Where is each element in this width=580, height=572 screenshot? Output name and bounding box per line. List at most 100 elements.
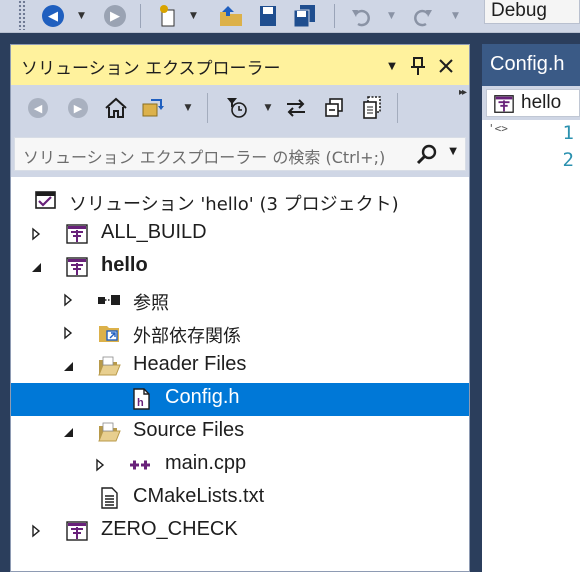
- chevron-down-icon: ▼: [264, 103, 272, 113]
- save-all-button[interactable]: [292, 2, 318, 30]
- window-position-button[interactable]: ▼: [381, 55, 403, 77]
- chevron-down-icon: ▼: [388, 11, 395, 21]
- tree-item-cmakelists[interactable]: CMakeLists.txt: [11, 482, 469, 515]
- tree-item-external-dependencies[interactable]: 外部依存関係: [11, 317, 469, 350]
- chevron-down-icon: ▼: [452, 11, 459, 21]
- tree-item-label: 外部依存関係: [133, 326, 241, 347]
- forward-button[interactable]: ▶: [104, 2, 126, 30]
- search-row: ソリューション エクスプローラー の検索 (Ctrl+;) ▼: [11, 131, 469, 177]
- tree-item-all-build[interactable]: ALL_BUILD: [11, 218, 469, 251]
- tree-item-label: hello: [101, 254, 148, 276]
- toolbar-grip[interactable]: [18, 0, 26, 30]
- collapse-arrow-icon[interactable]: [61, 425, 75, 439]
- forward-arrow-icon: ▶: [104, 5, 126, 27]
- expand-arrow-icon[interactable]: [29, 227, 43, 241]
- switch-views-icon: [142, 99, 164, 117]
- text-file-icon: [101, 487, 118, 509]
- tree-item-label: Header Files: [133, 353, 247, 375]
- search-icon[interactable]: [415, 143, 439, 167]
- tree-item-solution[interactable]: ソリューション 'hello' (3 プロジェクト): [11, 185, 469, 218]
- sync-arrows-icon: [287, 99, 305, 117]
- tree-item-label: Source Files: [133, 419, 245, 441]
- save-button[interactable]: [258, 2, 278, 30]
- back-arrow-icon: ◀: [42, 5, 64, 27]
- tree-item-label: ALL_BUILD: [101, 221, 207, 243]
- project-icon: [66, 257, 88, 277]
- open-file-button[interactable]: [218, 2, 244, 30]
- expand-arrow-icon[interactable]: [61, 326, 75, 340]
- solution-search-input[interactable]: ソリューション エクスプローラー の検索 (Ctrl+;) ▼: [14, 137, 466, 171]
- filter-dropdown[interactable]: ▼: [255, 95, 281, 121]
- collapse-all-icon: [325, 98, 343, 117]
- show-all-files-button[interactable]: [359, 95, 385, 121]
- forward-arrow-icon: ▶: [68, 98, 88, 118]
- tree-item-label: Config.h: [165, 386, 240, 408]
- tree-item-main-cpp[interactable]: main.cpp: [11, 449, 469, 482]
- pin-button[interactable]: [407, 55, 429, 77]
- expand-arrow-icon[interactable]: [29, 524, 43, 538]
- line-number: 2: [562, 149, 574, 171]
- close-icon: [439, 59, 453, 73]
- back-dropdown[interactable]: ▼: [78, 2, 85, 30]
- new-project-icon: [160, 5, 175, 27]
- home-icon: [105, 97, 127, 118]
- tree-item-label: ソリューション 'hello' (3 プロジェクト): [69, 194, 399, 215]
- line-number: 1: [562, 122, 574, 144]
- code-editor[interactable]: '<> 1 2: [482, 120, 580, 572]
- redo-button[interactable]: [412, 2, 434, 30]
- chevron-down-icon: ▼: [388, 60, 396, 72]
- search-placeholder: ソリューション エクスプローラー の検索 (Ctrl+;): [23, 148, 386, 167]
- references-icon: [98, 295, 120, 305]
- tree-item-hello-project[interactable]: hello: [11, 251, 469, 284]
- home-button[interactable]: [103, 95, 129, 121]
- toolbar-overflow-icon[interactable]: ▸▸: [459, 87, 467, 98]
- switch-views-dropdown[interactable]: ▼: [175, 95, 201, 121]
- cpp-file-icon: [130, 460, 150, 470]
- folder-open-icon: [98, 356, 121, 376]
- undo-button[interactable]: [350, 2, 372, 30]
- pin-icon: [411, 57, 425, 75]
- solution-explorer-toolbar: ◀ ▶ ▼ ▼ ▸▸: [11, 85, 469, 131]
- editor-tab-config-h[interactable]: Config.h: [482, 44, 580, 86]
- tree-item-label: CMakeLists.txt: [133, 485, 265, 507]
- tree-item-references[interactable]: 参照: [11, 284, 469, 317]
- switch-views-button[interactable]: [141, 95, 167, 121]
- tree-item-config-h[interactable]: h Config.h: [11, 383, 469, 416]
- main-toolbar: ◀ ▼ ▶ ▼ ▼ ▼ Debug: [0, 0, 580, 33]
- open-folder-icon: [220, 6, 242, 26]
- collapse-arrow-icon[interactable]: [29, 260, 43, 274]
- pending-changes-filter-button[interactable]: [225, 95, 251, 121]
- project-combo[interactable]: hello: [486, 89, 580, 117]
- save-all-icon: [293, 5, 315, 28]
- chevron-down-icon: ▼: [78, 11, 85, 21]
- project-combo-value: hello: [521, 92, 562, 113]
- redo-icon: [414, 9, 432, 27]
- show-all-files-icon: [363, 96, 381, 119]
- search-options-dropdown[interactable]: ▼: [449, 146, 457, 157]
- fold-marker-icon: '<>: [488, 122, 508, 135]
- collapse-all-button[interactable]: [321, 95, 347, 121]
- back-button[interactable]: ◀: [42, 2, 64, 30]
- panel-title: ソリューション エクスプローラー: [21, 59, 281, 79]
- expand-arrow-icon[interactable]: [93, 458, 107, 472]
- tree-item-header-files[interactable]: Header Files: [11, 350, 469, 383]
- save-icon: [260, 6, 276, 26]
- collapse-arrow-icon[interactable]: [61, 359, 75, 373]
- se-forward-button[interactable]: ▶: [65, 95, 91, 121]
- project-icon: [494, 95, 514, 113]
- configuration-dropdown[interactable]: Debug: [484, 0, 580, 24]
- close-button[interactable]: [435, 55, 457, 77]
- se-back-button[interactable]: ◀: [25, 95, 51, 121]
- tree-item-label: 参照: [133, 293, 169, 314]
- tree-item-source-files[interactable]: Source Files: [11, 416, 469, 449]
- new-project-dropdown[interactable]: ▼: [190, 2, 197, 30]
- new-project-button[interactable]: [158, 2, 180, 30]
- tree-item-label: main.cpp: [165, 452, 247, 474]
- tree-item-zero-check[interactable]: ZERO_CHECK: [11, 515, 469, 548]
- undo-dropdown[interactable]: ▼: [388, 2, 395, 30]
- expand-arrow-icon[interactable]: [61, 293, 75, 307]
- chevron-down-icon: ▼: [184, 103, 192, 113]
- solution-explorer-panel: ソリューション エクスプローラー ▼ ◀ ▶ ▼ ▼ ▸▸ ソリューション エク…: [10, 44, 470, 572]
- sync-active-document-button[interactable]: [283, 95, 309, 121]
- redo-dropdown[interactable]: ▼: [452, 2, 459, 30]
